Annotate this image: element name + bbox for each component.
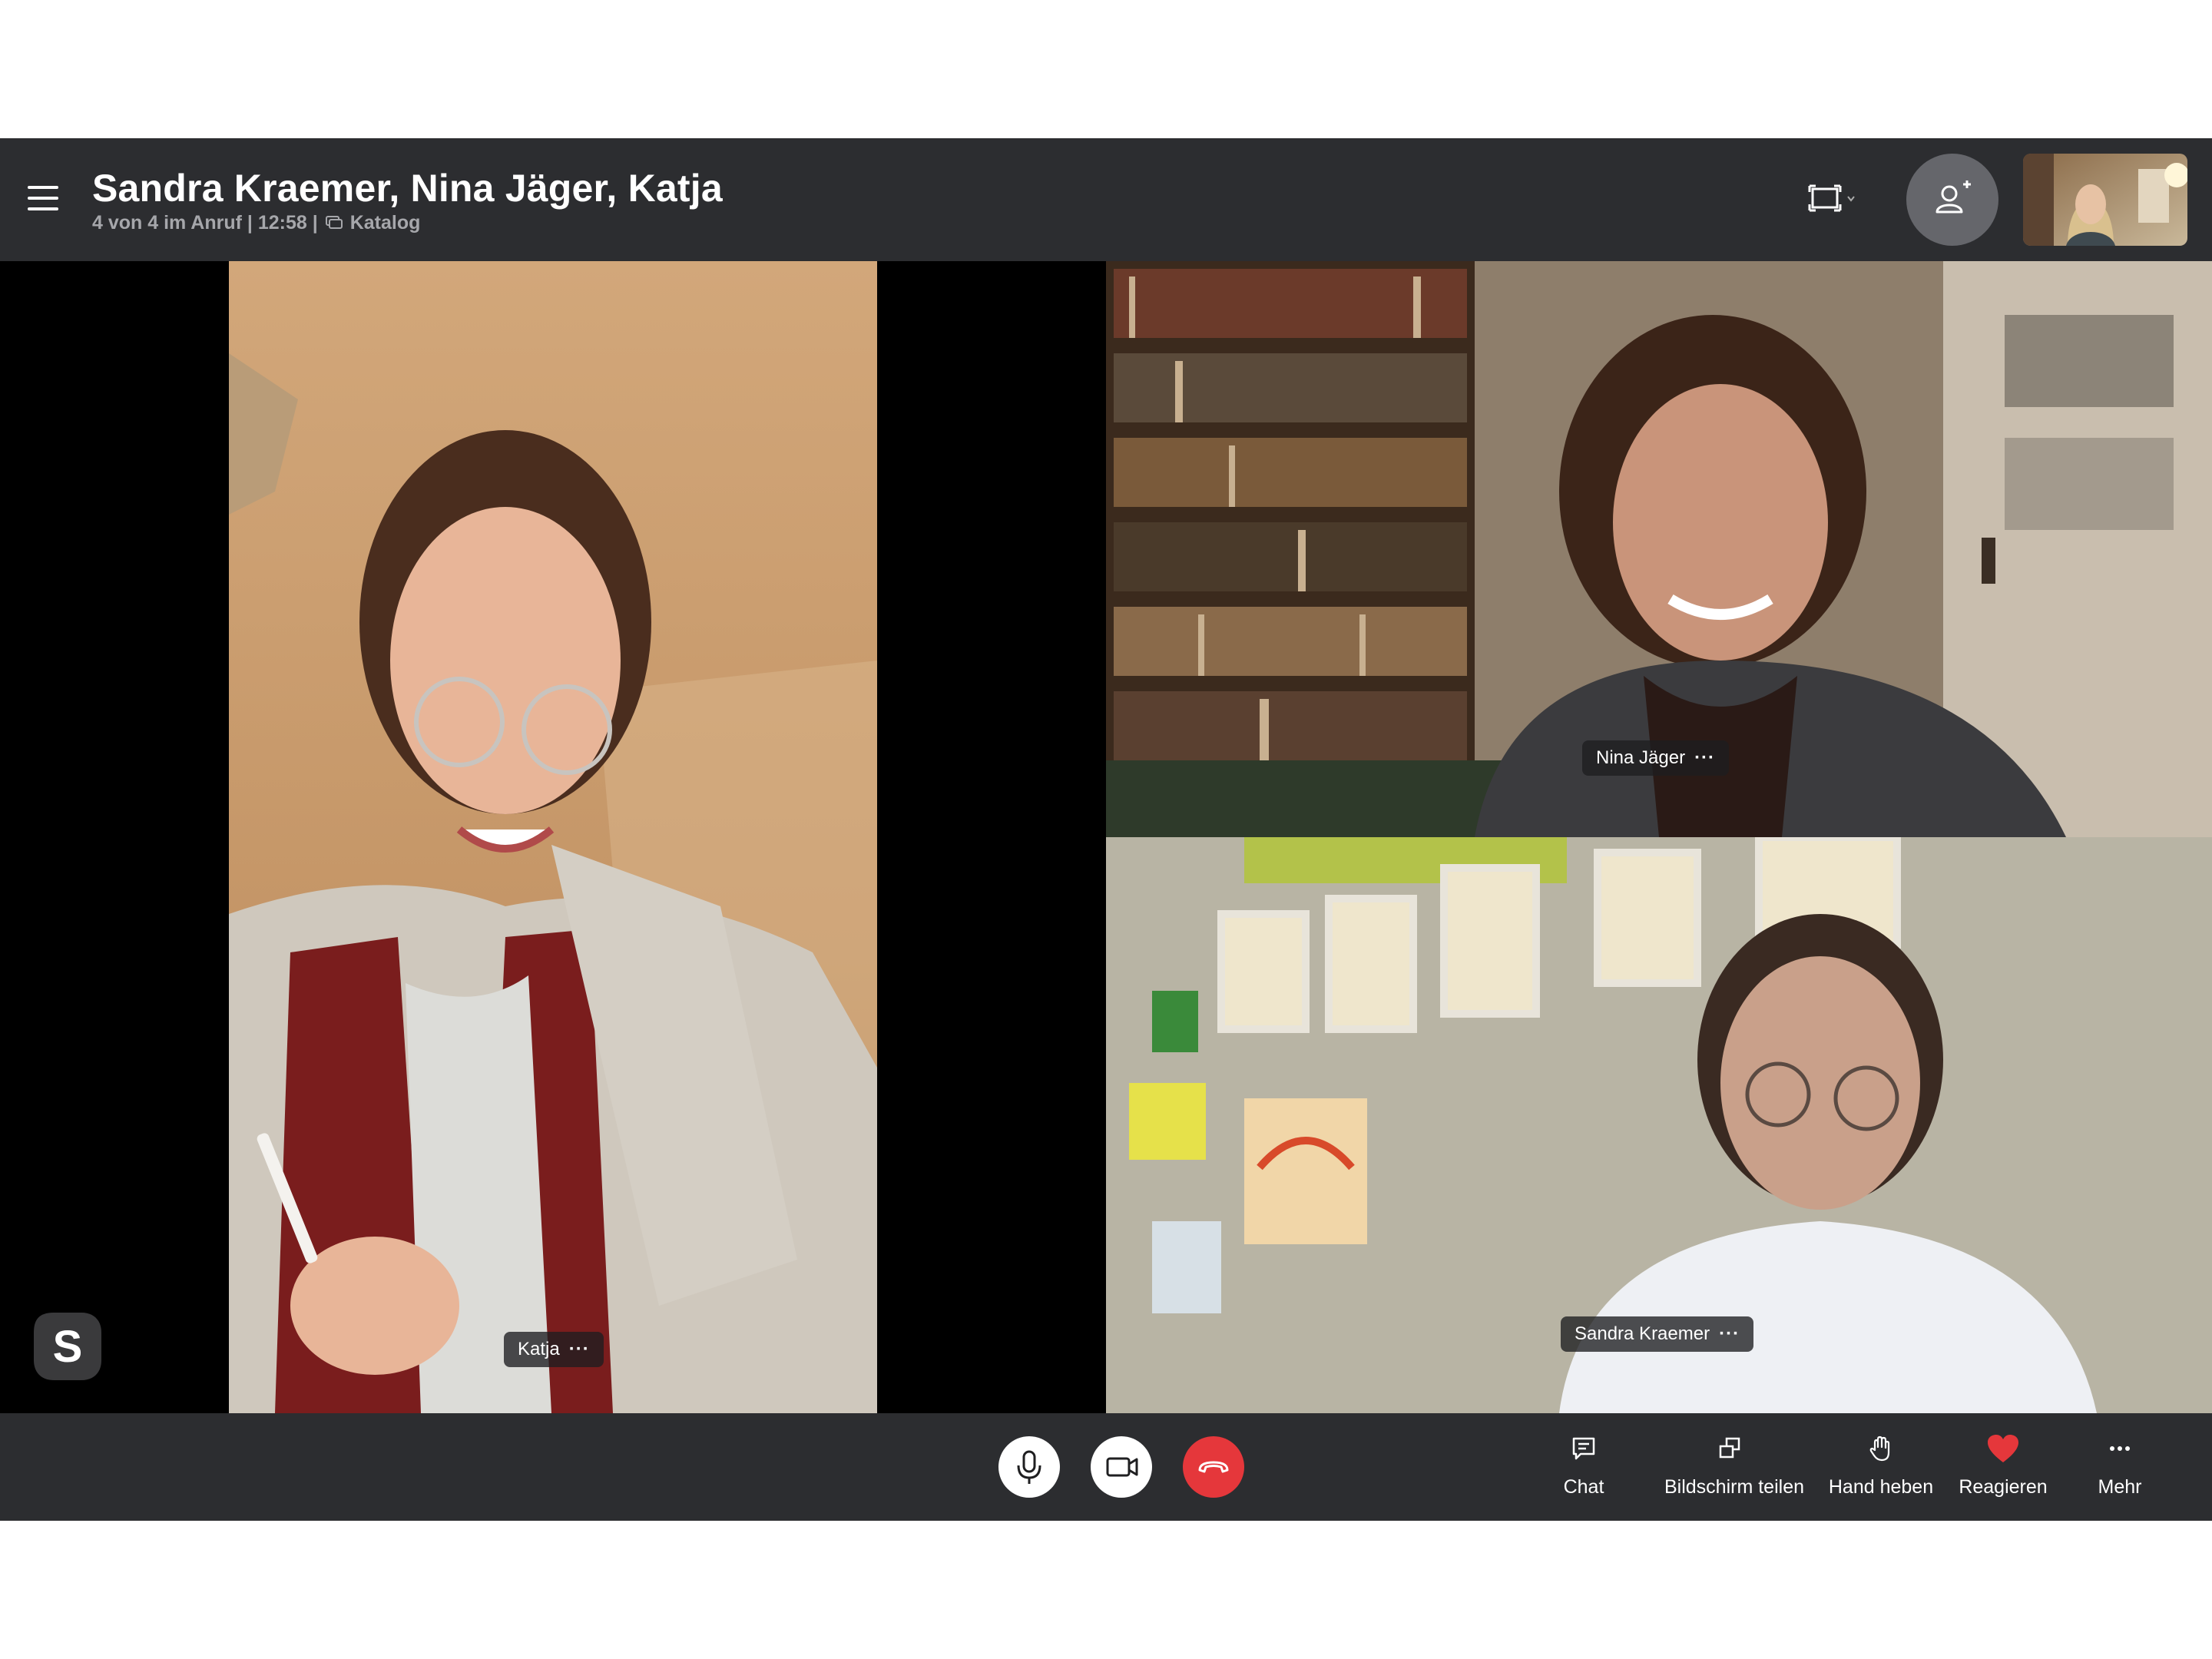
layout-switch-button[interactable] (1805, 178, 1866, 221)
call-controls-bar: Chat Bildschirm teilen Hand heben Reagie… (0, 1413, 2212, 1521)
more-options-icon[interactable]: ··· (1694, 747, 1715, 768)
end-call-icon (1198, 1461, 1229, 1473)
more-options-icon[interactable]: ··· (569, 1339, 590, 1359)
participant-video-sandra[interactable]: Sandra Kraemer ··· (1106, 837, 2212, 1413)
participant-video-katja[interactable]: Katja ··· (229, 261, 877, 1413)
call-header: Sandra Kraemer, Nina Jäger, Katja 4 von … (0, 138, 2212, 261)
raise-hand-icon (1869, 1435, 1890, 1462)
raise-hand-button[interactable]: Hand heben (1816, 1429, 1946, 1498)
participant-name-tag[interactable]: Katja ··· (504, 1332, 604, 1367)
group-icon (325, 212, 343, 234)
svg-text:S: S (53, 1322, 83, 1372)
call-status-text: 4 von 4 im Anruf | 12:58 | (92, 212, 318, 233)
participant-name: Nina Jäger (1596, 747, 1686, 768)
raise-hand-label: Hand heben (1828, 1476, 1934, 1498)
share-screen-label: Bildschirm teilen (1664, 1476, 1805, 1498)
chat-label: Chat (1563, 1476, 1604, 1498)
heart-icon (1988, 1435, 2018, 1462)
hamburger-icon[interactable] (28, 184, 58, 212)
group-name[interactable]: Katalog (350, 212, 421, 234)
self-preview-video[interactable] (2023, 154, 2187, 246)
self-preview-image (2023, 154, 2187, 246)
call-title: Sandra Kraemer, Nina Jäger, Katja (92, 167, 723, 210)
layout-switch-icon (1808, 184, 1855, 212)
video-toggle-button[interactable] (1091, 1436, 1152, 1498)
participant-video-image (229, 261, 877, 1413)
share-screen-button[interactable]: Bildschirm teilen (1664, 1429, 1805, 1498)
participant-name: Katja (518, 1339, 560, 1359)
react-button[interactable]: Reagieren (1938, 1429, 2068, 1498)
call-window: Sandra Kraemer, Nina Jäger, Katja 4 von … (0, 138, 2212, 1521)
skype-logo-icon: S (31, 1310, 104, 1383)
call-status: 4 von 4 im Anruf | 12:58 | Katalog (92, 212, 420, 234)
participant-video-nina[interactable]: Nina Jäger ··· (1106, 261, 2212, 837)
react-label: Reagieren (1959, 1476, 2048, 1498)
add-participant-button[interactable] (1906, 154, 1998, 246)
chat-icon (1572, 1437, 1595, 1460)
share-screen-icon (1719, 1437, 1740, 1459)
participant-name: Sandra Kraemer (1575, 1323, 1710, 1344)
more-label: Mehr (2098, 1476, 2142, 1498)
microphone-icon (1017, 1450, 1041, 1484)
participant-name-tag[interactable]: Sandra Kraemer ··· (1561, 1316, 1754, 1352)
chat-button[interactable]: Chat (1518, 1429, 1649, 1498)
more-options-icon[interactable]: ··· (1719, 1323, 1740, 1344)
video-camera-icon (1106, 1457, 1138, 1477)
more-icon (2110, 1446, 2130, 1451)
end-call-button[interactable] (1183, 1436, 1244, 1498)
mute-button[interactable] (998, 1436, 1060, 1498)
add-participant-icon (1936, 180, 1971, 214)
more-button[interactable]: Mehr (2055, 1429, 2185, 1498)
participant-name-tag[interactable]: Nina Jäger ··· (1582, 740, 1730, 776)
